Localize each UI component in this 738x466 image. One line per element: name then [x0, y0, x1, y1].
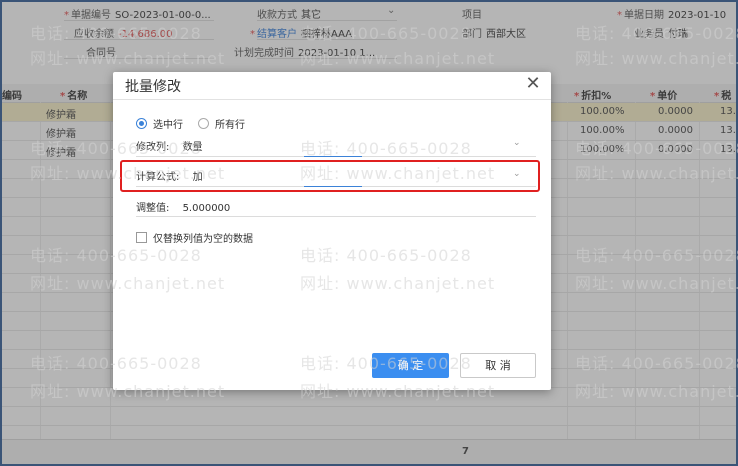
radio-unchecked-icon — [198, 118, 209, 129]
radio-selected-rows[interactable]: 选中行 — [136, 116, 183, 131]
dialog-title: 批量修改 — [125, 79, 181, 95]
radio-checked-icon — [136, 118, 147, 129]
close-icon[interactable]: ✕ — [523, 74, 543, 94]
cancel-button[interactable]: 取 消 — [460, 353, 536, 378]
batch-edit-dialog: 批量修改 ✕ 选中行 所有行 修改列: 数量 ⌄ 计算公式: 加 ⌄ 调整值: … — [113, 72, 551, 390]
confirm-button[interactable]: 确 定 — [372, 353, 449, 378]
checkbox-icon — [136, 232, 147, 243]
modify-column-select[interactable]: 修改列: 数量 — [136, 138, 203, 153]
adjust-value-input[interactable]: 调整值: 5.000000 — [136, 199, 230, 214]
formula-highlight-box — [120, 160, 540, 192]
replace-empty-only-checkbox[interactable]: 仅替换列值为空的数据 — [136, 230, 253, 245]
chevron-down-icon[interactable]: ⌄ — [513, 138, 521, 148]
radio-all-rows[interactable]: 所有行 — [198, 116, 245, 131]
